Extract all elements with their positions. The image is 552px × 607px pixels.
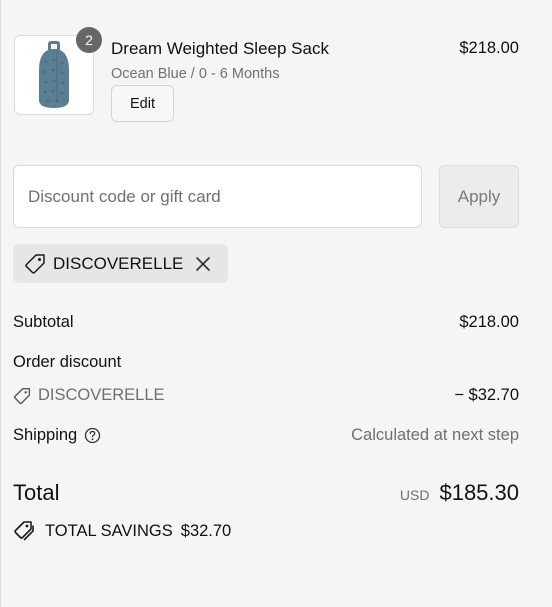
shipping-label: Shipping bbox=[13, 426, 78, 444]
discount-code-input[interactable] bbox=[13, 165, 422, 228]
order-discount-row: Order discount bbox=[13, 353, 519, 372]
quantity-badge: 2 bbox=[76, 27, 102, 53]
applied-discount-chip: DISCOVERELLE bbox=[13, 244, 228, 283]
total-label: Total bbox=[13, 480, 60, 505]
edit-button[interactable]: Edit bbox=[111, 85, 174, 122]
apply-button[interactable]: Apply bbox=[439, 165, 519, 228]
savings-tags-icon bbox=[13, 520, 35, 542]
total-savings-row: TOTAL SAVINGS $32.70 bbox=[13, 520, 231, 542]
shipping-row: Shipping Calculated at next step bbox=[13, 426, 519, 445]
subtotal-label: Subtotal bbox=[13, 313, 74, 331]
applied-discount-code: DISCOVERELLE bbox=[53, 253, 184, 273]
discount-code-text: DISCOVERELLE bbox=[38, 386, 165, 404]
order-summary-panel: 2 Dream Weighted Sleep Sack Ocean Blue /… bbox=[0, 0, 552, 607]
total-value: $185.30 bbox=[439, 480, 519, 505]
subtotal-value: $218.00 bbox=[459, 313, 519, 331]
total-row: Total USD $185.30 bbox=[13, 478, 519, 510]
discount-value: − $32.70 bbox=[454, 386, 519, 404]
close-icon[interactable] bbox=[195, 256, 211, 272]
product-variant: Ocean Blue / 0 - 6 Months bbox=[111, 66, 280, 82]
currency-code: USD bbox=[399, 487, 430, 503]
subtotal-row: Subtotal $218.00 bbox=[13, 313, 519, 332]
help-circle-icon[interactable] bbox=[84, 427, 101, 444]
sleep-sack-image bbox=[39, 41, 69, 108]
order-discount-label: Order discount bbox=[13, 353, 122, 371]
tag-icon bbox=[24, 253, 46, 275]
product-price: $218.00 bbox=[459, 39, 519, 57]
savings-value: $32.70 bbox=[180, 521, 232, 540]
shipping-value: Calculated at next step bbox=[351, 426, 519, 444]
tag-icon bbox=[13, 387, 31, 405]
line-item: 2 Dream Weighted Sleep Sack Ocean Blue /… bbox=[14, 27, 519, 125]
discount-code-line: DISCOVERELLE bbox=[13, 386, 519, 405]
savings-label: TOTAL SAVINGS bbox=[45, 521, 173, 540]
discount-detail-row: DISCOVERELLE − $32.70 bbox=[13, 386, 519, 405]
product-name: Dream Weighted Sleep Sack bbox=[111, 39, 329, 58]
